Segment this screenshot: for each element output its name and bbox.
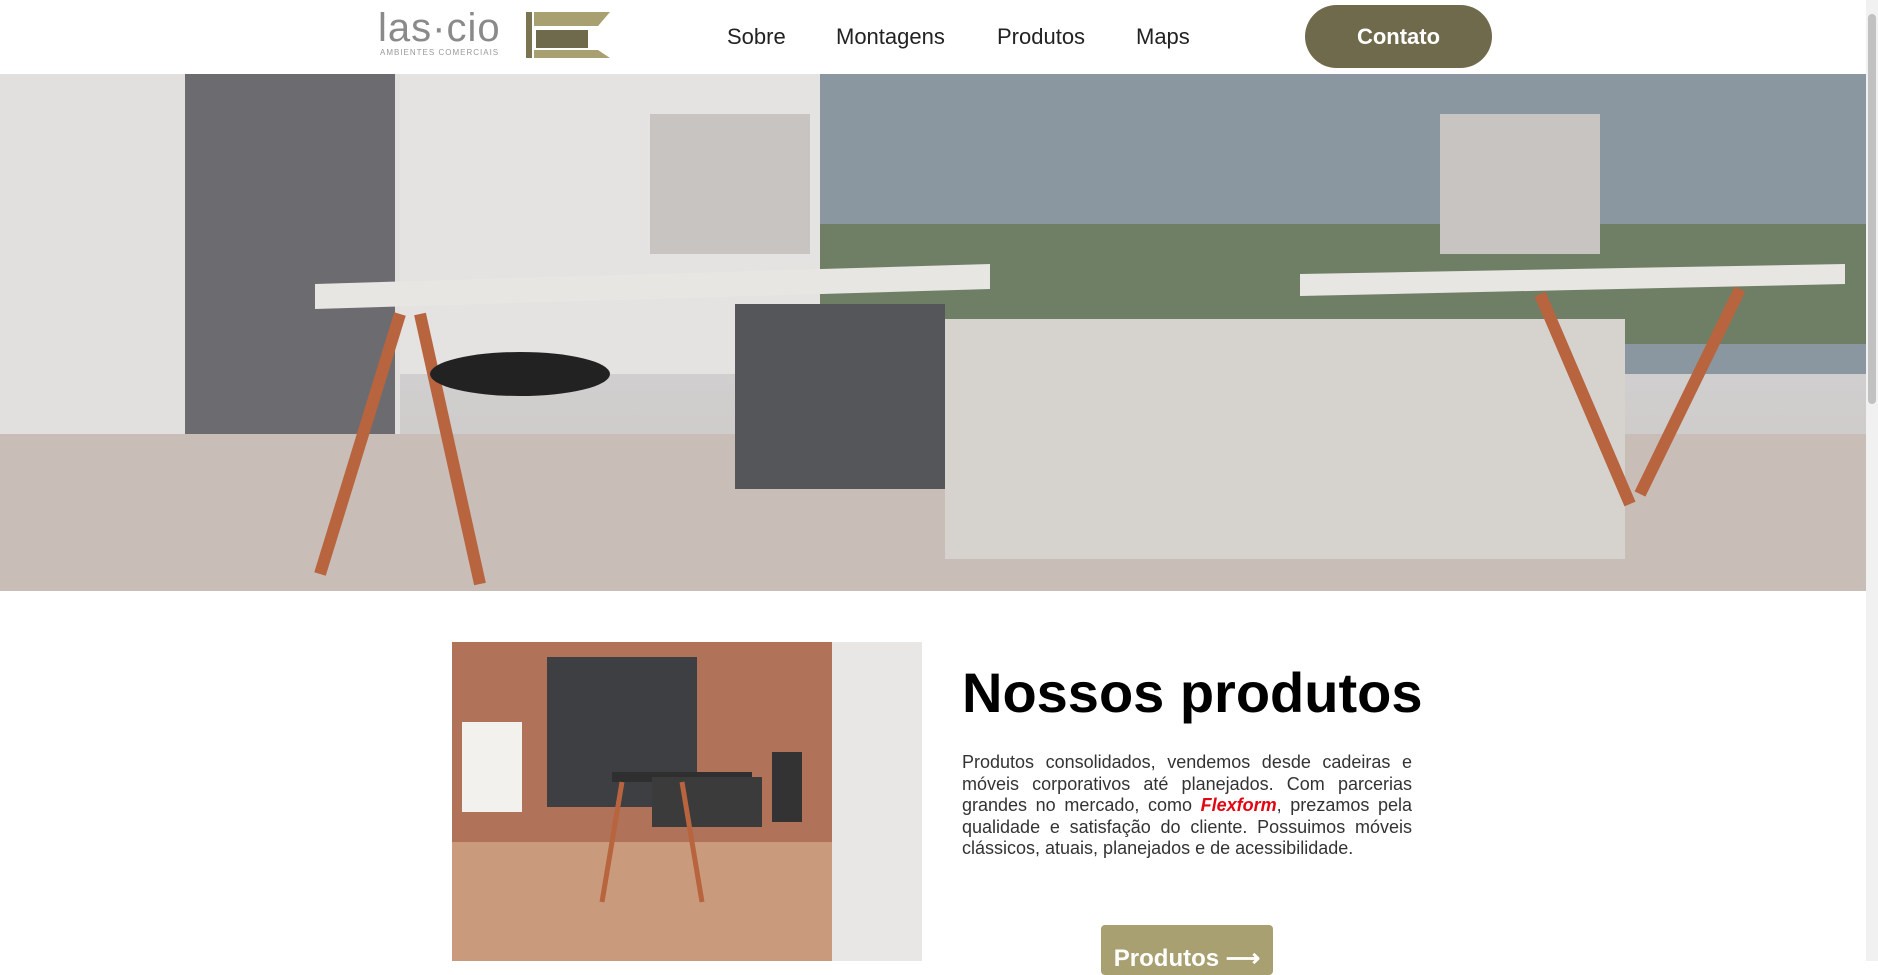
hero-office-image <box>0 74 1866 591</box>
nav-maps[interactable]: Maps <box>1136 24 1190 50</box>
nav-produtos[interactable]: Produtos <box>997 24 1085 50</box>
flexform-brand: Flexform <box>1200 795 1277 815</box>
logo-subtitle: AMBIENTES COMERCIAIS <box>380 48 500 57</box>
scrollbar-thumb[interactable] <box>1868 14 1876 404</box>
products-heading: Nossos produtos <box>962 661 1423 724</box>
logo[interactable]: las·cio AMBIENTES COMERCIAIS <box>378 6 610 62</box>
page-scrollbar[interactable] <box>1866 0 1878 961</box>
produtos-button[interactable]: Produtos ⟶ <box>1101 925 1273 975</box>
contato-button[interactable]: Contato <box>1305 5 1492 68</box>
products-description: Produtos consolidados, vendemos desde ca… <box>962 752 1412 860</box>
office-illustration <box>0 74 1866 591</box>
logo-text: las·cio <box>378 6 501 50</box>
site-header: las·cio AMBIENTES COMERCIAIS Sobre Monta… <box>0 0 1866 74</box>
nav-sobre[interactable]: Sobre <box>727 24 786 50</box>
nav-montagens[interactable]: Montagens <box>836 24 945 50</box>
product-photo <box>452 642 922 961</box>
office-product-illustration <box>452 642 922 961</box>
logo-mark-icon <box>526 12 610 58</box>
